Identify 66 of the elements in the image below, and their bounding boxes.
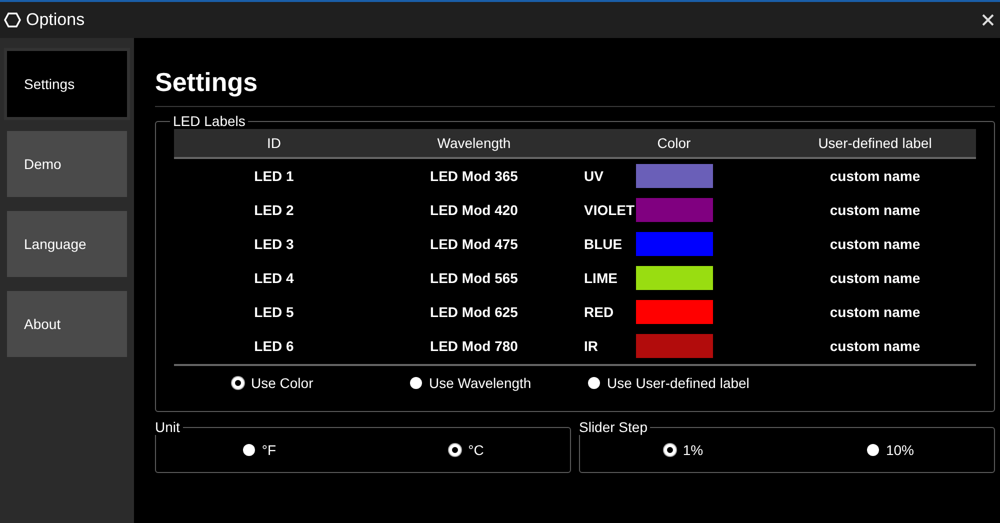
option-label[interactable]: °F — [262, 442, 276, 458]
close-icon[interactable] — [982, 14, 994, 26]
table-cell: LED Mod 780 — [430, 338, 518, 354]
radio-icon[interactable] — [588, 377, 600, 389]
table-cell: custom name — [830, 168, 920, 184]
radio-option[interactable]: °F — [156, 442, 363, 458]
group-title: Unit — [154, 419, 181, 435]
color-name: UV — [584, 168, 604, 184]
group-title: Slider Step — [578, 419, 648, 435]
radio-option[interactable]: Use User-defined label — [588, 375, 766, 391]
table-cell: custom name — [830, 236, 920, 252]
table-cell: LED Mod 420 — [430, 202, 518, 218]
page-heading: Settings — [155, 67, 259, 99]
option-label[interactable]: Use User-defined label — [607, 375, 750, 391]
window-title: Options — [26, 10, 85, 30]
radio-icon[interactable] — [242, 444, 255, 456]
sidebar-item[interactable]: Settings — [4, 48, 130, 120]
table-cell: LED 3 — [254, 236, 294, 252]
sidebar-item[interactable]: About — [4, 288, 130, 360]
table-cell: LED 6 — [254, 338, 294, 354]
color-swatch[interactable] — [636, 300, 713, 324]
column-header: Color — [574, 129, 774, 159]
option-label[interactable]: 1% — [682, 442, 704, 458]
option-label[interactable]: °C — [468, 442, 484, 458]
radio-icon[interactable] — [664, 444, 676, 456]
sidebar-item[interactable]: Language — [4, 208, 130, 280]
column-header: Wavelength — [374, 129, 574, 159]
table-cell: LED 4 — [254, 270, 294, 286]
radio-option[interactable]: Use Color — [232, 375, 410, 391]
table-cell: LED 1 — [254, 168, 294, 184]
radio-option[interactable]: °C — [363, 442, 570, 458]
color-name: BLUE — [584, 236, 624, 252]
radio-icon[interactable] — [449, 444, 462, 456]
group-title: LED Labels — [172, 113, 246, 129]
color-name: LIME — [584, 270, 618, 286]
color-name: VIOLET — [584, 202, 636, 218]
column-header: ID — [174, 129, 374, 159]
hexagon-icon — [4, 12, 21, 28]
radio-option[interactable]: Use Wavelength — [410, 375, 588, 391]
table-cell: LED 5 — [254, 304, 294, 320]
color-name: IR — [584, 338, 599, 354]
table-cell: LED Mod 365 — [430, 168, 518, 184]
color-swatch[interactable] — [636, 198, 713, 222]
radio-icon[interactable] — [866, 444, 879, 456]
table-cell: LED Mod 565 — [430, 270, 518, 286]
table-cell: custom name — [830, 270, 920, 286]
color-swatch[interactable] — [636, 266, 713, 290]
color-swatch[interactable] — [636, 334, 713, 358]
color-name: RED — [584, 304, 615, 320]
table-cell: custom name — [830, 202, 920, 218]
radio-icon[interactable] — [410, 377, 422, 389]
table-cell: LED 2 — [254, 202, 294, 218]
table-cell: custom name — [830, 338, 920, 354]
color-swatch[interactable] — [636, 232, 713, 256]
table-cell: LED Mod 625 — [430, 304, 518, 320]
radio-icon[interactable] — [232, 377, 244, 389]
sidebar-item[interactable]: Demo — [4, 128, 130, 200]
radio-option[interactable]: 10% — [787, 442, 994, 458]
table-cell: LED Mod 475 — [430, 236, 518, 252]
color-swatch[interactable] — [636, 164, 713, 188]
option-label[interactable]: Use Color — [251, 375, 314, 391]
option-label[interactable]: Use Wavelength — [429, 375, 532, 391]
option-label[interactable]: 10% — [886, 442, 914, 458]
table-cell: custom name — [830, 304, 920, 320]
column-header: User-defined label — [774, 129, 976, 159]
radio-option[interactable]: 1% — [580, 442, 787, 458]
